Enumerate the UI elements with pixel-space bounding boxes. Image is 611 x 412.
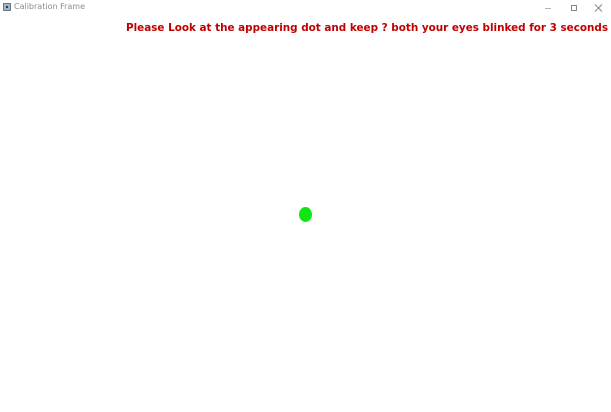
calibration-dot — [299, 207, 312, 222]
close-icon — [594, 4, 602, 12]
window-title: Calibration Frame — [14, 2, 85, 11]
app-icon — [3, 3, 11, 11]
minimize-button[interactable] — [535, 0, 561, 16]
close-button[interactable] — [585, 0, 611, 16]
maximize-icon — [571, 5, 577, 11]
maximize-button[interactable] — [561, 0, 587, 16]
minimize-icon — [545, 7, 551, 9]
title-bar[interactable]: Calibration Frame — [0, 0, 611, 16]
calibration-window: Calibration Frame Please Look at the app… — [0, 0, 611, 412]
calibration-instruction: Please Look at the appearing dot and kee… — [126, 22, 609, 34]
